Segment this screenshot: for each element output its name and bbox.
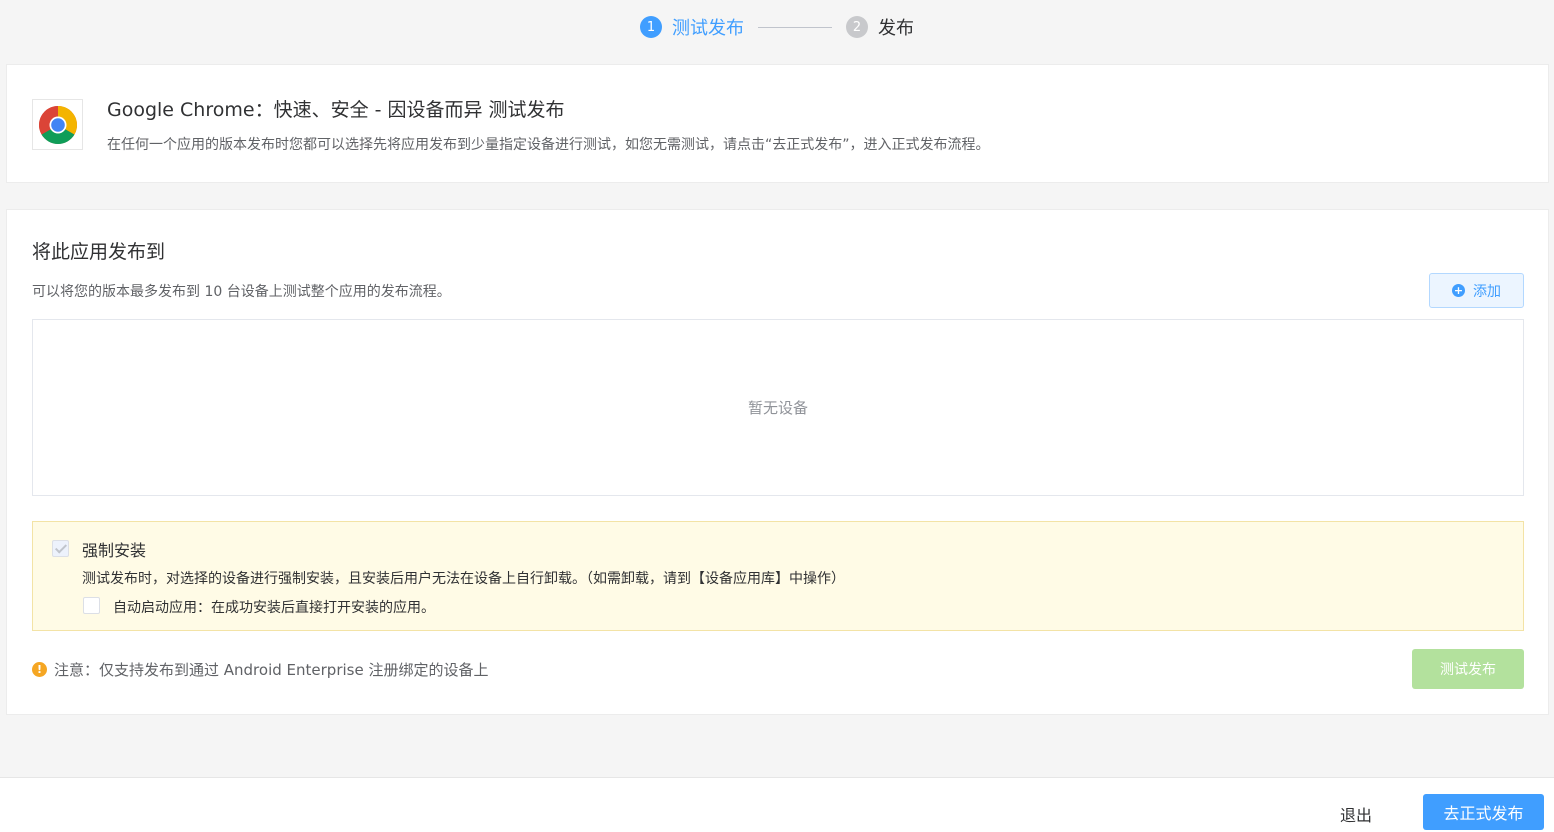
publish-stepper: 1 测试发布 2 发布 (0, 14, 1554, 40)
go-publish-button[interactable]: 去正式发布 (1423, 794, 1544, 830)
add-device-button[interactable]: + 添加 (1429, 273, 1524, 308)
test-publish-button[interactable]: 测试发布 (1412, 649, 1524, 689)
warning-icon: ! (32, 662, 47, 677)
auto-launch-label[interactable]: 自动启动应用：在成功安装后直接打开安装的应用。 (113, 597, 435, 617)
step-number: 2 (846, 16, 868, 38)
step-label: 发布 (878, 18, 914, 39)
panel-hint: 可以将您的版本最多发布到 10 台设备上测试整个应用的发布流程。 (32, 284, 451, 300)
add-button-label: 添加 (1473, 283, 1501, 300)
auto-launch-checkbox[interactable] (83, 597, 100, 614)
app-info-card: Google Chrome：快速、安全 - 因设备而异 测试发布 在任何一个应用… (6, 64, 1549, 183)
step-label: 测试发布 (672, 18, 744, 39)
exit-button[interactable]: 退出 (1340, 802, 1372, 826)
device-list: 暂无设备 (32, 319, 1524, 496)
plus-circle-icon: + (1452, 284, 1465, 297)
force-install-checkbox[interactable] (52, 540, 69, 557)
panel-title: 将此应用发布到 (32, 241, 166, 263)
step-connector (758, 26, 832, 28)
warning-text: 注意：仅支持发布到通过 Android Enterprise 注册绑定的设备上 (54, 661, 489, 679)
step-publish: 2 发布 (846, 14, 914, 40)
android-enterprise-warning: ! 注意：仅支持发布到通过 Android Enterprise 注册绑定的设备… (32, 659, 488, 680)
step-number: 1 (640, 16, 662, 38)
footer-bar: 退出 去正式发布 (0, 777, 1554, 832)
force-install-description: 测试发布时，对选择的设备进行强制安装，且安装后用户无法在设备上自行卸载。（如需卸… (82, 571, 845, 587)
app-description: 在任何一个应用的版本发布时您都可以选择先将应用发布到少量指定设备进行测试，如您无… (107, 137, 990, 153)
empty-device-text: 暂无设备 (747, 399, 808, 417)
publish-target-panel: 将此应用发布到 可以将您的版本最多发布到 10 台设备上测试整个应用的发布流程。… (6, 209, 1549, 715)
app-title: Google Chrome：快速、安全 - 因设备而异 测试发布 (107, 99, 565, 121)
chrome-icon (32, 99, 83, 150)
install-options-box: 强制安装 测试发布时，对选择的设备进行强制安装，且安装后用户无法在设备上自行卸载… (32, 521, 1524, 631)
step-test-publish: 1 测试发布 (640, 14, 744, 40)
force-install-label: 强制安装 (82, 541, 147, 560)
